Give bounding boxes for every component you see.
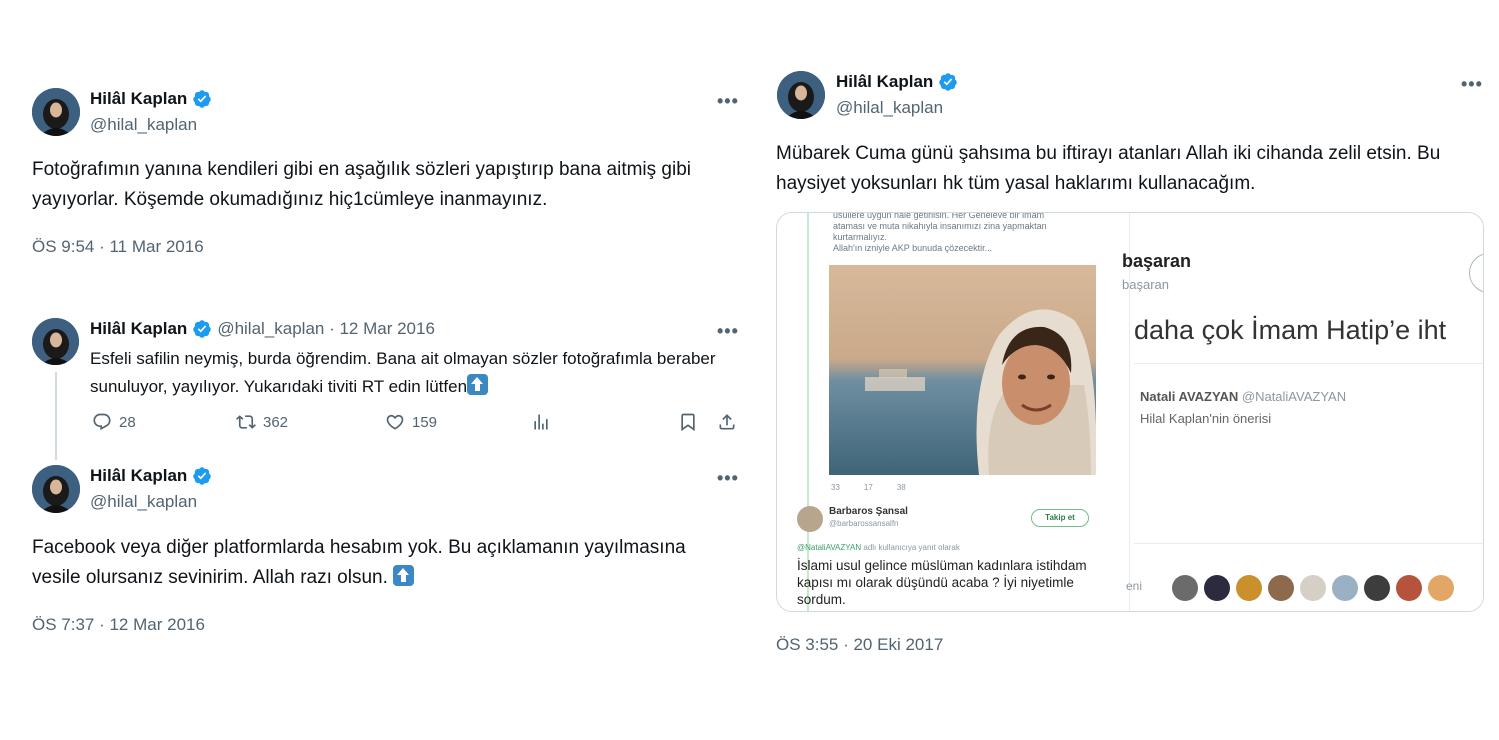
more-icon[interactable]: ••• [717, 91, 739, 112]
more-icon[interactable]: ••• [1461, 74, 1483, 95]
screenshot-right-handle: başaran [1122, 277, 1169, 292]
share-button[interactable] [717, 412, 737, 432]
divider [1134, 543, 1483, 544]
avatar [1268, 575, 1294, 601]
bookmark-icon [681, 413, 695, 432]
screenshot-mini-actions: 33 17 38 [831, 483, 906, 492]
retweet-icon [236, 415, 256, 429]
screenshot-top-lines: usullere uygun hale getirilsin. Her Gene… [833, 212, 1047, 253]
screenshot-right-name: başaran [1122, 251, 1192, 271]
tweet-text: Esfeli safilin neymiş, burda öğrendim. B… [90, 349, 716, 396]
avatar [1300, 575, 1326, 601]
screenshot-author-name: Barbaros Şansal [829, 506, 908, 517]
screenshot-big-text: daha çok İmam Hatip’e iht [1134, 315, 1447, 345]
screenshot-quote-subtitle: Hilal Kaplan'nin önerisi [1140, 411, 1272, 426]
author-name[interactable]: Hilâl Kaplan [836, 72, 958, 92]
author-name[interactable]: Hilâl Kaplan [90, 89, 212, 109]
author-handle[interactable]: @hilal_kaplan [90, 492, 197, 512]
avatar [1396, 575, 1422, 601]
avatar [1204, 575, 1230, 601]
avatar [1236, 575, 1262, 601]
media-right-panel: başaran başaran daha çok İmam Hatip’e ih… [1122, 213, 1483, 611]
screenshot-author-handle: @barbarossansalfn [829, 519, 899, 528]
author-name[interactable]: Hilâl Kaplan [90, 466, 212, 486]
views-button[interactable] [531, 412, 551, 432]
verified-badge-icon [193, 90, 212, 108]
more-icon[interactable]: ••• [717, 321, 739, 342]
verified-badge-icon [939, 73, 958, 91]
thread-connector-line [55, 372, 57, 460]
verified-badge-icon [193, 320, 212, 338]
verified-badge-icon [193, 467, 212, 485]
avatar [1364, 575, 1390, 601]
reply-button[interactable]: 28 [92, 412, 136, 432]
up-arrow-emoji-icon [393, 565, 415, 586]
tweet-text: Mübarek Cuma günü şahsıma bu iftirayı at… [776, 143, 1441, 194]
avatar [1428, 575, 1454, 601]
bookmark-button[interactable] [678, 412, 698, 432]
avatar[interactable] [32, 465, 80, 513]
tweet-timestamp[interactable]: ÖS 7:37 · 12 Mar 2016 [32, 615, 205, 635]
screenshot-reply-to: @NataliAVAZYAN adlı kullanıcıya yanıt ol… [797, 543, 960, 552]
tweet-actions: 28 362 159 [90, 410, 740, 436]
author-name[interactable]: Hilâl Kaplan @hilal_kaplan · 12 Mar 2016 [90, 319, 435, 339]
tweet-timestamp[interactable]: ÖS 9:54 · 11 Mar 2016 [32, 237, 204, 257]
views-icon [534, 414, 548, 430]
screenshot-follow-button: Takip et [1031, 509, 1089, 527]
like-icon [386, 414, 404, 430]
tweet-media-screenshot[interactable]: usullere uygun hale getirilsin. Her Gene… [776, 212, 1484, 612]
author-handle[interactable]: @hilal_kaplan [836, 98, 943, 118]
reply-icon [93, 413, 111, 431]
avatar [797, 506, 823, 532]
media-left-panel: usullere uygun hale getirilsin. Her Gene… [777, 212, 1129, 611]
tweet-text: Facebook veya diğer platformlarda hesabı… [32, 537, 686, 588]
screenshot-footer-text: eni [1126, 579, 1143, 593]
tweet-timestamp[interactable]: ÖS 3:55 · 20 Eki 2017 [776, 635, 943, 655]
avatar[interactable] [32, 88, 80, 136]
share-icon [719, 414, 735, 430]
liker-avatars [1172, 575, 1454, 601]
screenshot-follow-circle [1469, 253, 1483, 293]
up-arrow-emoji-icon [467, 374, 489, 395]
author-handle[interactable]: @hilal_kaplan [90, 115, 197, 135]
retweet-button[interactable]: 362 [236, 412, 288, 432]
screenshot-reply-text: İslami usul gelince müslüman kadınlara i… [797, 558, 1087, 607]
like-button[interactable]: 159 [385, 412, 437, 432]
avatar [1332, 575, 1358, 601]
tweet-text: Fotoğrafımın yanına kendileri gibi en aş… [32, 159, 691, 210]
more-icon[interactable]: ••• [717, 468, 739, 489]
author-handle-date[interactable]: @hilal_kaplan · 12 Mar 2016 [217, 319, 435, 339]
headscarf-woman-photo [829, 265, 1096, 475]
reply-thread-bar [807, 213, 809, 611]
divider [1134, 363, 1483, 364]
avatar [1172, 575, 1198, 601]
avatar[interactable] [777, 71, 825, 119]
avatar[interactable] [32, 318, 79, 365]
screenshot-quote-author: Natali AVAZYAN @NataliAVAZYAN [1140, 389, 1347, 404]
